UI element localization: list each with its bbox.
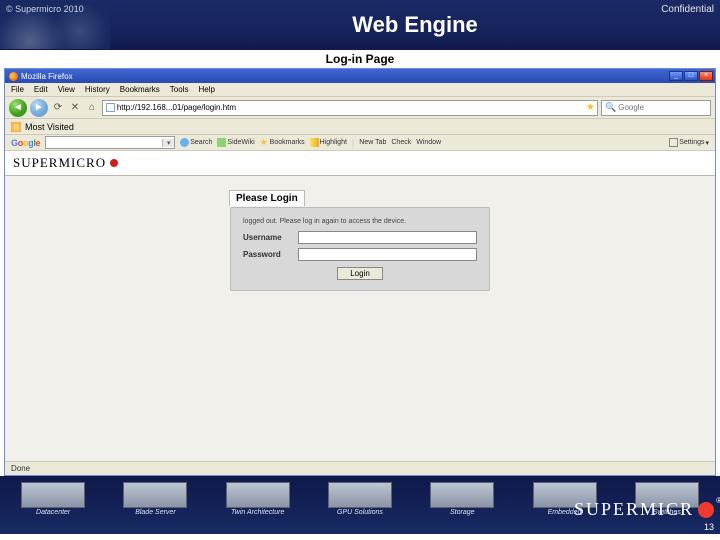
most-visited-icon xyxy=(11,122,21,132)
google-bookmarks-button[interactable]: ★Bookmarks xyxy=(260,138,305,147)
menu-edit[interactable]: Edit xyxy=(34,85,48,94)
url-input[interactable] xyxy=(117,103,583,112)
google-newtab-button[interactable]: New Tab xyxy=(359,139,386,146)
copyright-text: © Supermicro 2010 xyxy=(6,4,84,14)
footer-logo-dot: ® xyxy=(698,502,714,518)
brand-header: SUPERMICRO xyxy=(5,151,715,175)
google-check-button[interactable]: Check xyxy=(391,139,411,146)
slide-subtitle: Log-in Page xyxy=(0,50,720,68)
cat-thumb-blade xyxy=(123,482,187,508)
status-bar: Done xyxy=(5,461,715,475)
window-title: Mozilla Firefox xyxy=(21,72,669,81)
navigation-toolbar: ◄ ► ⟳ ✕ ⌂ ★ 🔍 xyxy=(5,97,715,119)
footer-brand-logo: SUPERMICR ® xyxy=(574,499,714,520)
forward-button[interactable]: ► xyxy=(30,99,48,117)
google-highlight-button[interactable]: Highlight xyxy=(310,138,347,147)
most-visited-link[interactable]: Most Visited xyxy=(25,122,74,132)
stop-button[interactable]: ✕ xyxy=(68,101,82,115)
minimize-button[interactable]: _ xyxy=(669,71,683,81)
cat-thumb-twin xyxy=(226,482,290,508)
maximize-button[interactable]: □ xyxy=(684,71,698,81)
browser-window: Mozilla Firefox _ □ × File Edit View His… xyxy=(4,68,716,476)
google-logo: Google xyxy=(11,138,40,148)
google-search-button[interactable]: Search xyxy=(180,138,212,147)
menu-help[interactable]: Help xyxy=(198,85,214,94)
slide-title: Web Engine xyxy=(110,12,720,38)
login-message: logged out. Please log in again to acces… xyxy=(243,218,477,225)
cat-label: Blade Server xyxy=(135,509,175,516)
google-sidewiki-button[interactable]: SideWiki xyxy=(217,138,254,147)
cat-label: GPU Solutions xyxy=(337,509,383,516)
google-search-box[interactable]: ▾ xyxy=(45,136,175,149)
search-input[interactable] xyxy=(618,103,707,112)
supermicro-logo-dot xyxy=(110,159,118,167)
google-toolbar: Google ▾ Search SideWiki ★Bookmarks High… xyxy=(5,135,715,151)
page-number: 13 xyxy=(704,522,714,532)
google-search-dropdown[interactable]: ▾ xyxy=(162,139,174,147)
password-label: Password xyxy=(243,250,298,259)
password-input[interactable] xyxy=(298,248,477,261)
slide-header: © Supermicro 2010 Web Engine Confidentia… xyxy=(0,0,720,50)
confidential-label: Confidential xyxy=(661,4,714,15)
menu-history[interactable]: History xyxy=(85,85,110,94)
bookmarks-toolbar: Most Visited xyxy=(5,119,715,135)
google-settings-button[interactable]: Settings ▾ xyxy=(669,138,709,147)
firefox-icon xyxy=(9,72,18,81)
home-button[interactable]: ⌂ xyxy=(85,101,99,115)
login-panel-heading: Please Login xyxy=(229,190,305,206)
cat-thumb-datacenter xyxy=(21,482,85,508)
close-button[interactable]: × xyxy=(699,71,713,81)
google-window-button[interactable]: Window xyxy=(416,139,441,146)
page-icon xyxy=(106,103,115,112)
address-bar[interactable]: ★ xyxy=(102,100,598,116)
slide-footer: Datacenter Blade Server Twin Architectur… xyxy=(0,476,720,534)
search-engine-icon[interactable]: 🔍 xyxy=(605,102,616,113)
cat-label: Storage xyxy=(450,509,475,516)
cat-thumb-gpu xyxy=(328,482,392,508)
page-content: SUPERMICRO Please Login logged out. Plea… xyxy=(5,151,715,461)
menu-view[interactable]: View xyxy=(58,85,75,94)
back-button[interactable]: ◄ xyxy=(9,99,27,117)
footer-logo-text: SUPERMICR xyxy=(574,499,694,520)
username-input[interactable] xyxy=(298,231,477,244)
window-titlebar[interactable]: Mozilla Firefox _ □ × xyxy=(5,69,715,83)
menu-bookmarks[interactable]: Bookmarks xyxy=(120,85,160,94)
cat-thumb-storage xyxy=(430,482,494,508)
search-bar[interactable]: 🔍 xyxy=(601,100,711,116)
supermicro-logo-text: SUPERMICRO xyxy=(13,155,106,171)
menu-bar: File Edit View History Bookmarks Tools H… xyxy=(5,83,715,97)
menu-tools[interactable]: Tools xyxy=(170,85,189,94)
username-label: Username xyxy=(243,233,298,242)
status-text: Done xyxy=(11,464,30,473)
login-panel: logged out. Please log in again to acces… xyxy=(230,207,490,291)
cat-label: Datacenter xyxy=(36,509,70,516)
reload-button[interactable]: ⟳ xyxy=(51,101,65,115)
bookmark-star-icon[interactable]: ★ xyxy=(586,102,595,113)
login-button[interactable]: Login xyxy=(337,267,383,280)
cat-label: Twin Architecture xyxy=(231,509,284,516)
menu-file[interactable]: File xyxy=(11,85,24,94)
